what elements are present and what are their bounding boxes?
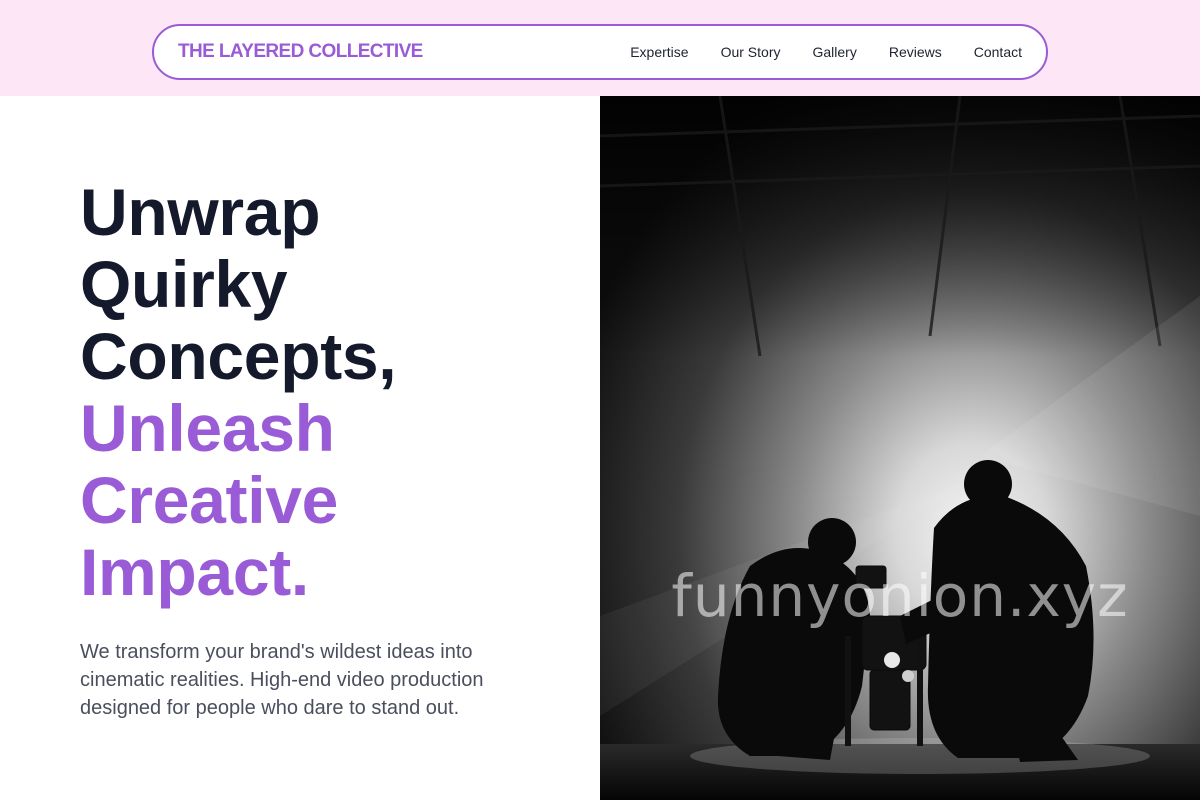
brand-logo[interactable]: THE LAYERED COLLECTIVE	[178, 41, 423, 63]
navbar: THE LAYERED COLLECTIVE Expertise Our Sto…	[152, 24, 1048, 80]
hero-subtext: We transform your brand's wildest ideas …	[80, 641, 484, 719]
image-watermark: funnyonion.xyz	[671, 562, 1129, 630]
nav-links: Expertise Our Story Gallery Reviews Cont…	[630, 44, 1022, 60]
nav-link-expertise[interactable]: Expertise	[630, 44, 688, 60]
headline-accent-line-1: Unleash	[80, 391, 335, 465]
nav-link-reviews[interactable]: Reviews	[889, 44, 942, 60]
header-band: THE LAYERED COLLECTIVE Expertise Our Sto…	[0, 0, 1200, 96]
hero-text: Unwrap Quirky Concepts, Unleash Creative…	[80, 176, 580, 722]
headline-line-1: Unwrap	[80, 175, 321, 249]
hero-image: funnyonion.xyz	[600, 96, 1200, 800]
headline-accent-line-3: Impact.	[80, 535, 309, 609]
nav-link-gallery[interactable]: Gallery	[812, 44, 856, 60]
nav-link-contact[interactable]: Contact	[974, 44, 1022, 60]
headline-accent-line-2: Creative	[80, 463, 339, 537]
hero-headline: Unwrap Quirky Concepts, Unleash Creative…	[80, 176, 580, 608]
film-crew-photo	[600, 96, 1200, 800]
nav-link-our-story[interactable]: Our Story	[721, 44, 781, 60]
headline-line-3: Concepts,	[80, 319, 397, 393]
headline-line-2: Quirky	[80, 247, 288, 321]
